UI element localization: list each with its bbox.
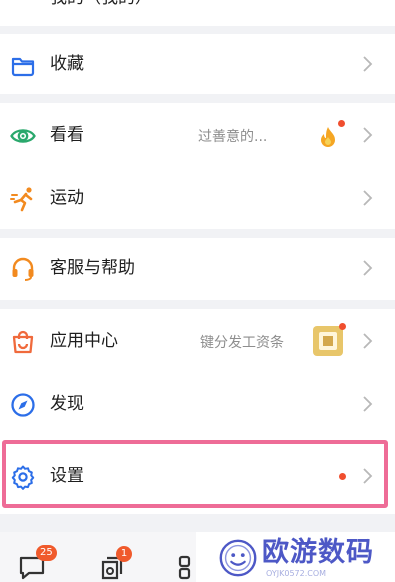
docs-badge: 1	[116, 546, 132, 562]
menu-item-discover-label: 发现	[50, 394, 84, 414]
menu-item-apps[interactable]: 应用中心 键分发工资条	[0, 309, 395, 373]
watermark-subtext: OYJK0572.COM	[266, 569, 327, 578]
menu-item-apps-label: 应用中心	[50, 331, 118, 351]
fire-icon	[321, 127, 335, 147]
tab-apps-grid[interactable]	[172, 532, 196, 582]
menu-item-watch[interactable]: 看看 过善意的...	[0, 103, 395, 167]
notification-dot	[338, 120, 345, 127]
tab-docs[interactable]: 1	[92, 532, 142, 582]
compass-icon	[11, 393, 35, 417]
folder-icon	[11, 57, 35, 77]
menu-item-support-label: 客服与帮助	[50, 258, 135, 278]
messages-badge: 25	[36, 545, 57, 561]
group-support: 客服与帮助	[0, 238, 395, 300]
menu-item-sport[interactable]: 运动	[0, 166, 395, 230]
settings-highlight-frame	[2, 440, 388, 508]
menu-item-watch-label: 看看	[50, 125, 84, 145]
menu-item-favorites[interactable]: 收藏	[0, 32, 395, 96]
top-partial-group: 我的（我的）	[0, 0, 395, 26]
menu-item-discover[interactable]: 发现	[0, 372, 395, 436]
watermark-text: 欧游数码	[262, 537, 374, 568]
menu-item-favorites-label: 收藏	[50, 54, 84, 74]
menu-item-support[interactable]: 客服与帮助	[0, 236, 395, 300]
menu-item-apps-subtitle: 键分发工资条	[200, 335, 284, 351]
top-partial-label: 我的（我的）	[50, 0, 152, 10]
shopping-bag-icon	[12, 330, 34, 354]
chevron-right-icon	[363, 127, 373, 143]
headset-icon	[12, 257, 34, 281]
chevron-right-icon	[363, 260, 373, 276]
app-thumbnail-icon	[313, 326, 343, 356]
eye-icon	[10, 129, 36, 143]
running-icon	[10, 187, 33, 212]
watermark-logo: 欧游数码 OYJK0572.COM	[196, 532, 395, 582]
notification-dot	[339, 323, 346, 330]
chevron-right-icon	[363, 56, 373, 72]
tab-messages[interactable]: 25	[10, 532, 60, 582]
chevron-right-icon	[363, 396, 373, 412]
chevron-right-icon	[363, 190, 373, 206]
watermark-smiley-icon	[219, 539, 257, 577]
group-favorites: 收藏	[0, 34, 395, 94]
menu-item-watch-subtitle: 过善意的...	[198, 129, 268, 145]
group-watch-sport: 看看 过善意的... 运动	[0, 103, 395, 229]
menu-item-sport-label: 运动	[50, 188, 84, 208]
chevron-right-icon	[363, 333, 373, 349]
